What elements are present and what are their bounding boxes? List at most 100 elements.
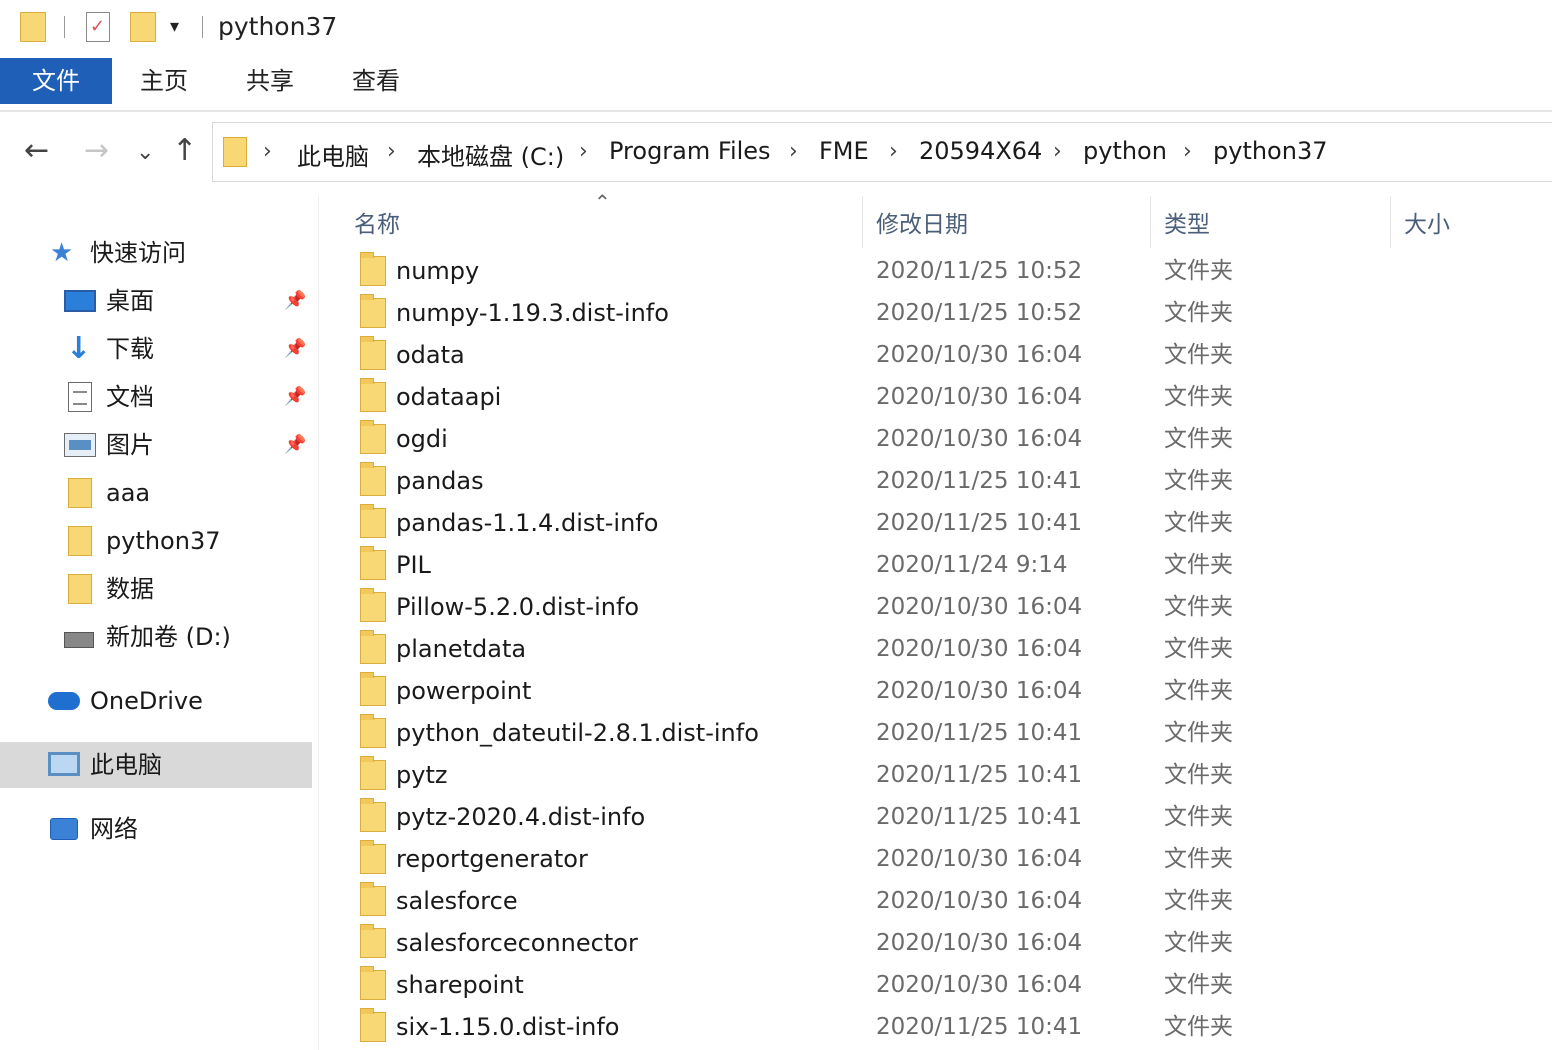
sidebar-item-label: OneDrive — [90, 687, 203, 715]
column-divider[interactable] — [862, 196, 863, 248]
network-icon — [50, 818, 78, 840]
back-arrow-icon[interactable]: ← — [24, 136, 49, 166]
sidebar-item-new-volume-d[interactable]: 新加卷 (D:) — [64, 614, 314, 660]
sidebar-item-label: 快速访问 — [90, 239, 186, 267]
chevron-right-icon[interactable]: › — [1053, 139, 1062, 164]
table-row[interactable]: planetdata 2020/10/30 16:04 文件夹 — [330, 628, 1552, 670]
sidebar-item-downloads[interactable]: ↓ 下载 📌 — [64, 326, 314, 372]
new-folder-icon[interactable] — [130, 12, 156, 42]
table-row[interactable]: pytz 2020/11/25 10:41 文件夹 — [330, 754, 1552, 796]
sidebar-item-desktop[interactable]: 桌面 📌 — [64, 278, 314, 324]
picture-icon — [64, 433, 96, 457]
sidebar-item-label: 文档 — [106, 383, 154, 411]
breadcrumb-fme[interactable]: FME — [819, 137, 869, 165]
file-type: 文件夹 — [1164, 888, 1233, 914]
table-row[interactable]: pandas 2020/11/25 10:41 文件夹 — [330, 460, 1552, 502]
sidebar-item-onedrive[interactable]: OneDrive — [48, 678, 314, 724]
table-row[interactable]: odata 2020/10/30 16:04 文件夹 — [330, 334, 1552, 376]
file-type: 文件夹 — [1164, 342, 1233, 368]
table-row[interactable]: PIL 2020/11/24 9:14 文件夹 — [330, 544, 1552, 586]
folder-icon[interactable] — [20, 12, 46, 42]
folder-icon — [360, 756, 386, 790]
chevron-right-icon[interactable]: › — [889, 139, 898, 164]
tab-file[interactable]: 文件 — [0, 58, 112, 104]
table-row[interactable]: ogdi 2020/10/30 16:04 文件夹 — [330, 418, 1552, 460]
column-header-name[interactable]: 名称 — [354, 204, 400, 246]
sidebar-item-documents[interactable]: 文档 📌 — [64, 374, 314, 420]
up-arrow-icon[interactable]: ↑ — [172, 136, 197, 166]
tab-home[interactable]: 主页 — [118, 58, 210, 104]
pin-icon[interactable]: 📌 — [284, 278, 306, 324]
folder-icon — [360, 714, 386, 748]
file-modified-date: 2020/10/30 16:04 — [876, 846, 1083, 872]
file-modified-date: 2020/10/30 16:04 — [876, 426, 1083, 452]
sidebar-item-data[interactable]: 数据 — [64, 566, 314, 612]
file-type: 文件夹 — [1164, 300, 1233, 326]
column-header-modified[interactable]: 修改日期 — [876, 204, 968, 246]
folder-icon — [360, 588, 386, 622]
breadcrumb-python[interactable]: python — [1083, 137, 1167, 165]
file-type: 文件夹 — [1164, 510, 1233, 536]
sidebar-item-python37[interactable]: python37 — [64, 518, 314, 564]
breadcrumb-python37[interactable]: python37 — [1213, 137, 1328, 165]
table-row[interactable]: reportgenerator 2020/10/30 16:04 文件夹 — [330, 838, 1552, 880]
sidebar-item-this-pc[interactable]: 此电脑 — [0, 742, 312, 788]
chevron-right-icon[interactable]: › — [1183, 139, 1192, 164]
column-divider[interactable] — [1390, 196, 1391, 248]
table-row[interactable]: odataapi 2020/10/30 16:04 文件夹 — [330, 376, 1552, 418]
table-row[interactable]: salesforce 2020/10/30 16:04 文件夹 — [330, 880, 1552, 922]
column-divider[interactable] — [1150, 196, 1151, 248]
table-row[interactable]: sharepoint 2020/10/30 16:04 文件夹 — [330, 964, 1552, 1006]
sidebar-item-label: 网络 — [90, 815, 138, 843]
pin-icon[interactable]: 📌 — [284, 326, 306, 372]
folder-icon — [68, 526, 92, 556]
breadcrumb-this-pc[interactable]: 此电脑 — [297, 137, 369, 172]
pin-icon[interactable]: 📌 — [284, 422, 306, 468]
pane-divider[interactable] — [318, 196, 319, 1050]
properties-icon[interactable]: ✓ — [86, 12, 110, 42]
breadcrumb-program-files[interactable]: Program Files — [609, 137, 771, 165]
file-type: 文件夹 — [1164, 594, 1233, 620]
chevron-right-icon[interactable]: › — [387, 139, 396, 164]
customize-toolbar-icon[interactable]: ▾ — [170, 16, 179, 37]
breadcrumb-20594x64[interactable]: 20594X64 — [919, 137, 1042, 165]
file-modified-date: 2020/10/30 16:04 — [876, 594, 1083, 620]
table-row[interactable]: numpy 2020/11/25 10:52 文件夹 — [330, 250, 1552, 292]
chevron-right-icon[interactable]: › — [579, 139, 588, 164]
file-name: odata — [396, 341, 465, 369]
table-row[interactable]: salesforceconnector 2020/10/30 16:04 文件夹 — [330, 922, 1552, 964]
tab-share[interactable]: 共享 — [224, 58, 316, 104]
folder-icon — [360, 1008, 386, 1042]
table-row[interactable]: powerpoint 2020/10/30 16:04 文件夹 — [330, 670, 1552, 712]
recent-locations-icon[interactable]: ⌄ — [136, 138, 154, 168]
column-header-size[interactable]: 大小 — [1404, 204, 1450, 246]
tab-view[interactable]: 查看 — [330, 58, 422, 104]
file-name: sharepoint — [396, 971, 524, 999]
drive-icon — [64, 632, 94, 648]
table-row[interactable]: python_dateutil-2.8.1.dist-info 2020/11/2… — [330, 712, 1552, 754]
star-icon: ★ — [50, 238, 74, 268]
sidebar-item-quick-access[interactable]: ★ 快速访问 — [50, 230, 310, 276]
chevron-right-icon[interactable]: › — [263, 139, 272, 164]
column-header-type[interactable]: 类型 — [1164, 204, 1210, 246]
table-row[interactable]: pandas-1.1.4.dist-info 2020/11/25 10:41 文件… — [330, 502, 1552, 544]
file-modified-date: 2020/10/30 16:04 — [876, 930, 1083, 956]
table-row[interactable]: pytz-2020.4.dist-info 2020/11/25 10:41 文件夹 — [330, 796, 1552, 838]
table-row[interactable]: Pillow-5.2.0.dist-info 2020/10/30 16:04 文件… — [330, 586, 1552, 628]
file-name: ogdi — [396, 425, 448, 453]
breadcrumb-local-disk[interactable]: 本地磁盘 (C:) — [417, 137, 564, 172]
forward-arrow-icon[interactable]: → — [84, 136, 109, 166]
ribbon-tabs: 文件 主页 共享 查看 — [0, 58, 1552, 112]
folder-icon — [360, 336, 386, 370]
sidebar-item-pictures[interactable]: 图片 📌 — [64, 422, 314, 468]
title-bar: ✓ ▾ python37 — [0, 0, 1552, 56]
pin-icon[interactable]: 📌 — [284, 374, 306, 420]
sidebar-item-network[interactable]: 网络 — [48, 806, 314, 852]
table-row[interactable]: six-1.15.0.dist-info 2020/11/25 10:41 文件夹 — [330, 1006, 1552, 1048]
chevron-right-icon[interactable]: › — [789, 139, 798, 164]
sidebar-item-label: aaa — [106, 479, 151, 507]
sidebar-item-aaa[interactable]: aaa — [64, 470, 314, 516]
file-modified-date: 2020/11/25 10:41 — [876, 762, 1083, 788]
address-bar[interactable]: › 此电脑 › 本地磁盘 (C:) › Program Files › FME … — [212, 122, 1552, 182]
table-row[interactable]: numpy-1.19.3.dist-info 2020/11/25 10:52 文件… — [330, 292, 1552, 334]
